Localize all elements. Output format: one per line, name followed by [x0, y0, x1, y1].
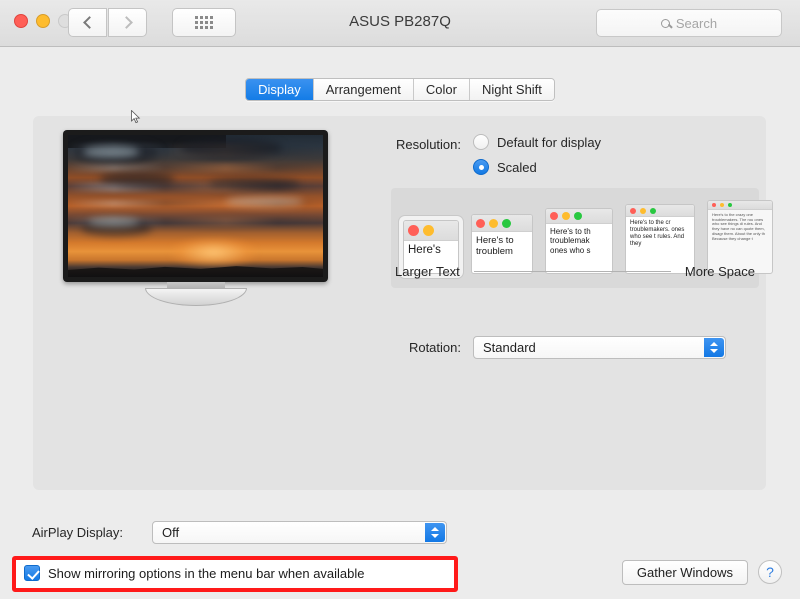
tab-display[interactable]: Display: [246, 79, 314, 100]
search-placeholder: Search: [675, 15, 718, 31]
mirroring-checkbox-row[interactable]: Show mirroring options in the menu bar w…: [24, 565, 365, 581]
display-preferences-window: ASUS PB287Q Search Display Arrangement C…: [0, 0, 800, 599]
radio-default-for-display[interactable]: Default for display: [473, 134, 601, 150]
monitor-bezel: [63, 130, 328, 282]
airplay-display-dropdown[interactable]: Off: [152, 521, 447, 544]
monitor-preview: [63, 130, 328, 306]
radio-scaled-label: Scaled: [497, 159, 537, 175]
scaling-option-3-text: Here's to th troublemak ones who s: [550, 227, 591, 255]
radio-button-selected-icon: [473, 159, 489, 175]
resolution-radio-group: Default for display Scaled: [473, 134, 601, 184]
rotation-label: Rotation:: [408, 340, 461, 355]
radio-default-label: Default for display: [497, 134, 602, 150]
radio-button-unselected-icon: [473, 134, 489, 150]
more-space-label: More Space: [684, 264, 755, 279]
scaling-option-5-text: Here's to the crazy one troublemakers. T…: [712, 212, 765, 241]
scaling-track: [473, 271, 671, 272]
monitor-stand-base: [144, 288, 247, 306]
tab-bar: Display Arrangement Color Night Shift: [0, 78, 800, 101]
scaled-resolution-chooser: Here's Here's to troublem Here's to th t…: [391, 188, 773, 288]
scaling-option-1-text: Here's: [408, 244, 441, 256]
rotation-value: Standard: [483, 340, 536, 355]
radio-scaled[interactable]: Scaled: [473, 159, 601, 175]
search-icon: [660, 18, 670, 28]
scaling-option-2-text: Here's to troublem: [476, 235, 514, 258]
airplay-display-value: Off: [162, 525, 180, 540]
tab-night-shift[interactable]: Night Shift: [469, 79, 554, 100]
scaling-range-labels: Larger Text More Space: [391, 264, 759, 279]
airplay-display-label: AirPlay Display:: [32, 525, 124, 540]
chevron-updown-icon: [425, 523, 445, 542]
window-titlebar: ASUS PB287Q Search: [0, 0, 800, 47]
scaling-option-4-text: Here's to the cr troublemakers. ones who…: [630, 220, 685, 248]
help-button[interactable]: ?: [758, 560, 782, 584]
mirroring-checkbox-label: Show mirroring options in the menu bar w…: [48, 565, 365, 581]
rotation-dropdown[interactable]: Standard: [473, 336, 726, 359]
larger-text-label: Larger Text: [395, 264, 460, 279]
resolution-label: Resolution:: [395, 137, 461, 152]
search-field[interactable]: Search: [596, 9, 782, 37]
monitor-screen: [68, 135, 323, 277]
tab-arrangement[interactable]: Arrangement: [313, 79, 414, 100]
tab-color[interactable]: Color: [413, 79, 470, 100]
display-settings-panel: Resolution: Default for display Scaled H…: [33, 116, 773, 490]
checkbox-checked-icon[interactable]: [24, 565, 40, 581]
mouse-cursor-icon: [131, 110, 141, 124]
gather-windows-button[interactable]: Gather Windows: [621, 560, 748, 585]
chevron-updown-icon: [704, 338, 724, 357]
